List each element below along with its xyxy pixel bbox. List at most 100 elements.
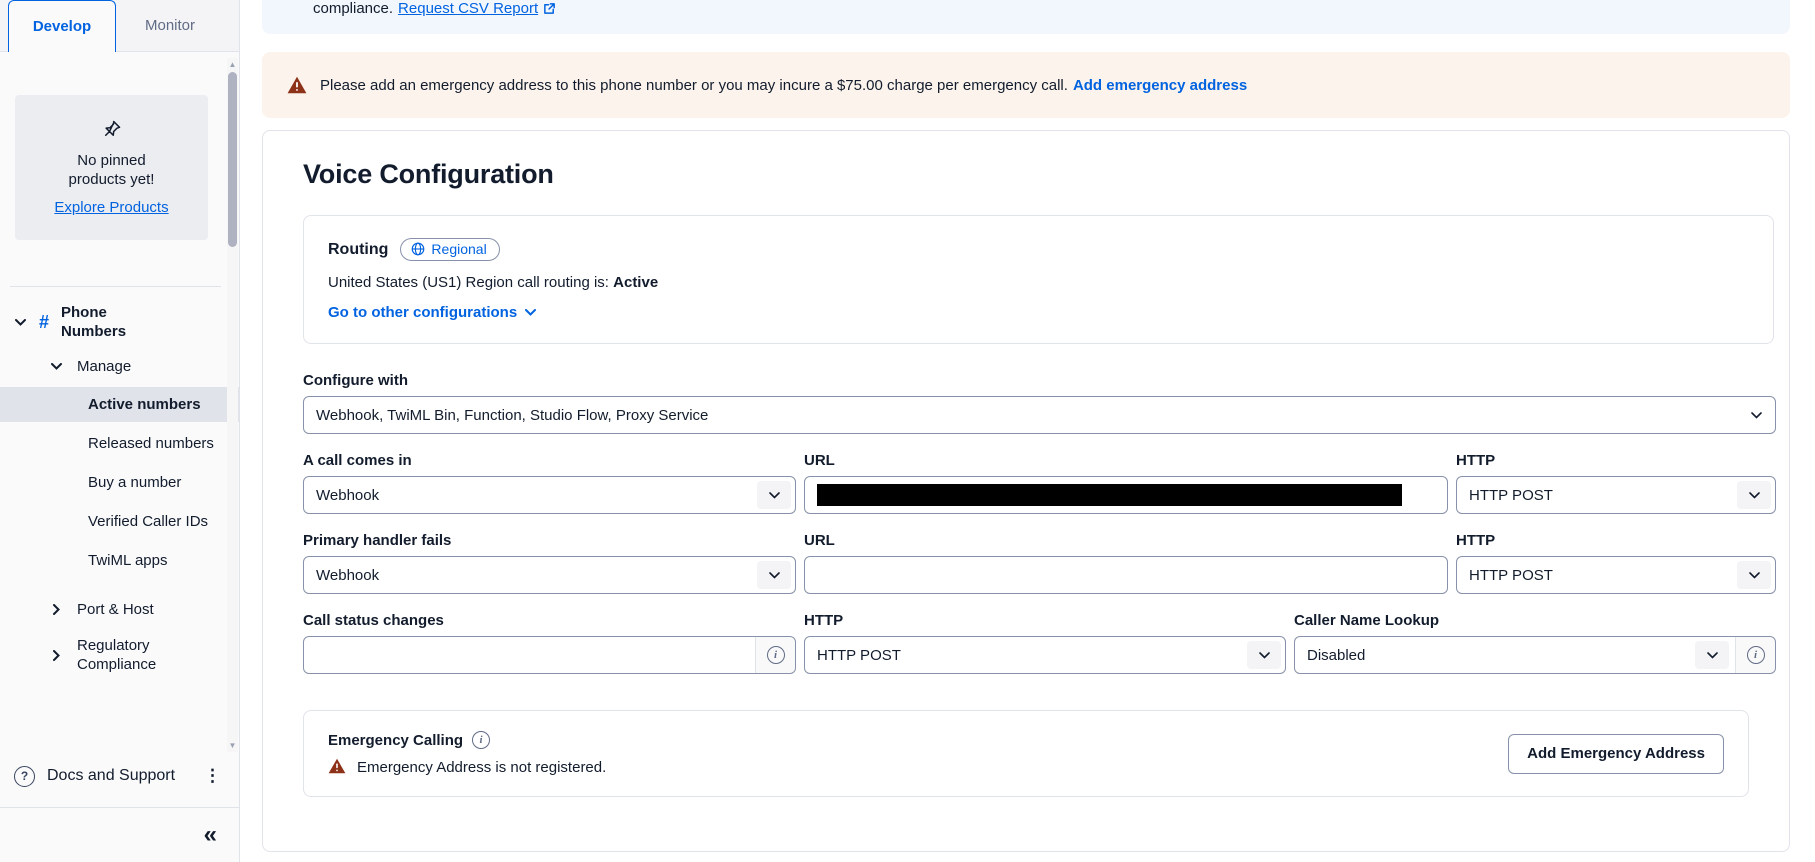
request-csv-report-label: Request CSV Report — [398, 0, 538, 17]
docs-and-support-label: Docs and Support — [47, 767, 200, 785]
sidebar-footer: ? Docs and Support ⋮ « — [0, 753, 239, 862]
sidebar-item-label: Buy a number — [88, 473, 181, 492]
sidebar-item-label: Manage — [77, 357, 131, 376]
chevron-down-icon — [50, 363, 62, 370]
a-call-comes-in-value: Webhook — [316, 487, 757, 504]
call-status-changes-label: Call status changes — [303, 612, 796, 629]
hash-icon: # — [39, 312, 49, 333]
sidebar-item-label: Regulatory Compliance — [77, 636, 187, 674]
caller-name-lookup-label: Caller Name Lookup — [1294, 612, 1776, 629]
warning-banner: Please add an emergency address to this … — [262, 52, 1790, 118]
configure-with-label: Configure with — [303, 372, 1774, 389]
emergency-calling-panel: Emergency Calling i Emergency Address is… — [303, 710, 1749, 797]
info-suffix: i — [755, 637, 795, 673]
chevron-down-icon — [1737, 481, 1771, 509]
caller-name-lookup-value: Disabled — [1307, 647, 1695, 664]
sidebar-item-label: Verified Caller IDs — [88, 512, 208, 531]
http-label: HTTP — [1456, 452, 1776, 469]
sidebar-item-twiml-apps[interactable]: TwiML apps — [0, 543, 239, 578]
info-suffix: i — [1735, 637, 1775, 673]
info-icon[interactable]: i — [1747, 646, 1765, 664]
url-label: URL — [804, 452, 1448, 469]
primary-handler-fails-value: Webhook — [316, 567, 757, 584]
sidebar-item-regulatory-compliance[interactable]: Regulatory Compliance — [0, 636, 239, 674]
sidebar: Develop Monitor No pinned products yet! … — [0, 0, 240, 862]
chevron-down-icon — [1741, 412, 1771, 419]
info-icon[interactable]: i — [767, 646, 785, 664]
tab-develop[interactable]: Develop — [8, 0, 116, 52]
sidebar-item-label: Phone Numbers — [61, 303, 171, 341]
collapse-row: « — [0, 808, 239, 862]
routing-label: Routing — [328, 241, 388, 259]
sidebar-tabbar: Develop Monitor — [0, 0, 239, 52]
a-call-comes-in-select[interactable]: Webhook — [303, 476, 796, 514]
url-label: URL — [804, 532, 1448, 549]
docs-and-support[interactable]: ? Docs and Support ⋮ — [0, 753, 239, 799]
warning-triangle-icon — [287, 76, 307, 94]
scrollbar-thumb[interactable] — [228, 72, 237, 247]
scroll-up-icon[interactable]: ▲ — [228, 60, 237, 69]
chevron-down-icon — [757, 481, 791, 509]
kebab-menu-icon[interactable]: ⋮ — [200, 766, 225, 786]
call-status-row: Call status changes i HTTP HTTP POST — [303, 594, 1774, 674]
sidebar-item-manage[interactable]: Manage — [0, 349, 239, 383]
routing-status: United States (US1) Region call routing … — [328, 274, 1749, 291]
explore-products-link[interactable]: Explore Products — [54, 199, 168, 216]
primary-handler-fails-label: Primary handler fails — [303, 532, 796, 549]
collapse-sidebar-icon[interactable]: « — [204, 823, 217, 847]
sidebar-item-buy-a-number[interactable]: Buy a number — [0, 465, 239, 500]
chevron-down-icon — [1695, 641, 1729, 669]
http-label: HTTP — [804, 612, 1286, 629]
warning-triangle-icon — [328, 758, 348, 776]
info-banner-text: compliance. — [313, 0, 393, 17]
info-banner: compliance. Request CSV Report — [262, 0, 1790, 34]
sidebar-item-label: Released numbers — [88, 434, 214, 453]
emergency-message: Emergency Address is not registered. — [357, 759, 606, 776]
call-url-input[interactable] — [804, 476, 1448, 514]
fallback-http-method-select[interactable]: HTTP POST — [1456, 556, 1776, 594]
sidebar-scrollbar[interactable]: ▲ ▼ — [227, 58, 238, 752]
sidebar-item-port-host[interactable]: Port & Host — [0, 592, 239, 626]
help-icon: ? — [14, 766, 35, 787]
call-http-method-value: HTTP POST — [1469, 487, 1737, 504]
routing-panel: Routing Regional United States — [303, 215, 1774, 344]
add-emergency-address-button[interactable]: Add Emergency Address — [1508, 734, 1724, 774]
sidebar-item-phone-numbers[interactable]: # Phone Numbers — [0, 303, 239, 341]
add-emergency-address-link[interactable]: Add emergency address — [1073, 77, 1247, 94]
tab-monitor[interactable]: Monitor — [116, 0, 224, 51]
caller-name-lookup-select[interactable]: Disabled i — [1294, 636, 1776, 674]
request-csv-report-link[interactable]: Request CSV Report — [398, 0, 556, 17]
globe-icon — [411, 242, 425, 256]
sidebar-nav: # Phone Numbers Manage Active numbers Re… — [0, 287, 239, 753]
chevron-down-icon — [757, 561, 791, 589]
voice-configuration-card: Voice Configuration Routing Regional — [262, 130, 1790, 852]
info-icon[interactable]: i — [472, 731, 490, 749]
scroll-down-icon[interactable]: ▼ — [228, 741, 237, 750]
chevron-right-icon — [50, 650, 62, 661]
routing-link-label: Go to other configurations — [328, 304, 517, 321]
main-content: compliance. Request CSV Report — [240, 0, 1815, 862]
pushpin-icon — [102, 119, 122, 139]
regional-badge: Regional — [400, 238, 499, 261]
emergency-calling-label: Emergency Calling — [328, 732, 463, 749]
status-http-method-select[interactable]: HTTP POST — [804, 636, 1286, 674]
primary-handler-fails-select[interactable]: Webhook — [303, 556, 796, 594]
chevron-down-icon — [1247, 641, 1281, 669]
page-title: Voice Configuration — [303, 159, 1774, 190]
go-to-other-configurations-link[interactable]: Go to other configurations — [328, 304, 536, 321]
call-comes-in-row: A call comes in Webhook URL HTTP — [303, 434, 1774, 514]
warning-message: Please add an emergency address to this … — [320, 77, 1068, 94]
http-label: HTTP — [1456, 532, 1776, 549]
sidebar-item-active-numbers[interactable]: Active numbers — [0, 387, 239, 422]
sidebar-item-verified-caller-ids[interactable]: Verified Caller IDs — [0, 504, 239, 539]
call-status-changes-input[interactable]: i — [303, 636, 796, 674]
sidebar-item-released-numbers[interactable]: Released numbers — [0, 426, 239, 461]
a-call-comes-in-label: A call comes in — [303, 452, 796, 469]
pinned-products-panel: No pinned products yet! Explore Products — [15, 95, 208, 240]
call-http-method-select[interactable]: HTTP POST — [1456, 476, 1776, 514]
routing-status-text: United States (US1) Region call routing … — [328, 274, 613, 291]
routing-status-value: Active — [613, 274, 658, 291]
configure-with-select[interactable]: Webhook, TwiML Bin, Function, Studio Flo… — [303, 396, 1776, 434]
redacted-url-value — [817, 484, 1402, 506]
fallback-url-input[interactable] — [804, 556, 1448, 594]
